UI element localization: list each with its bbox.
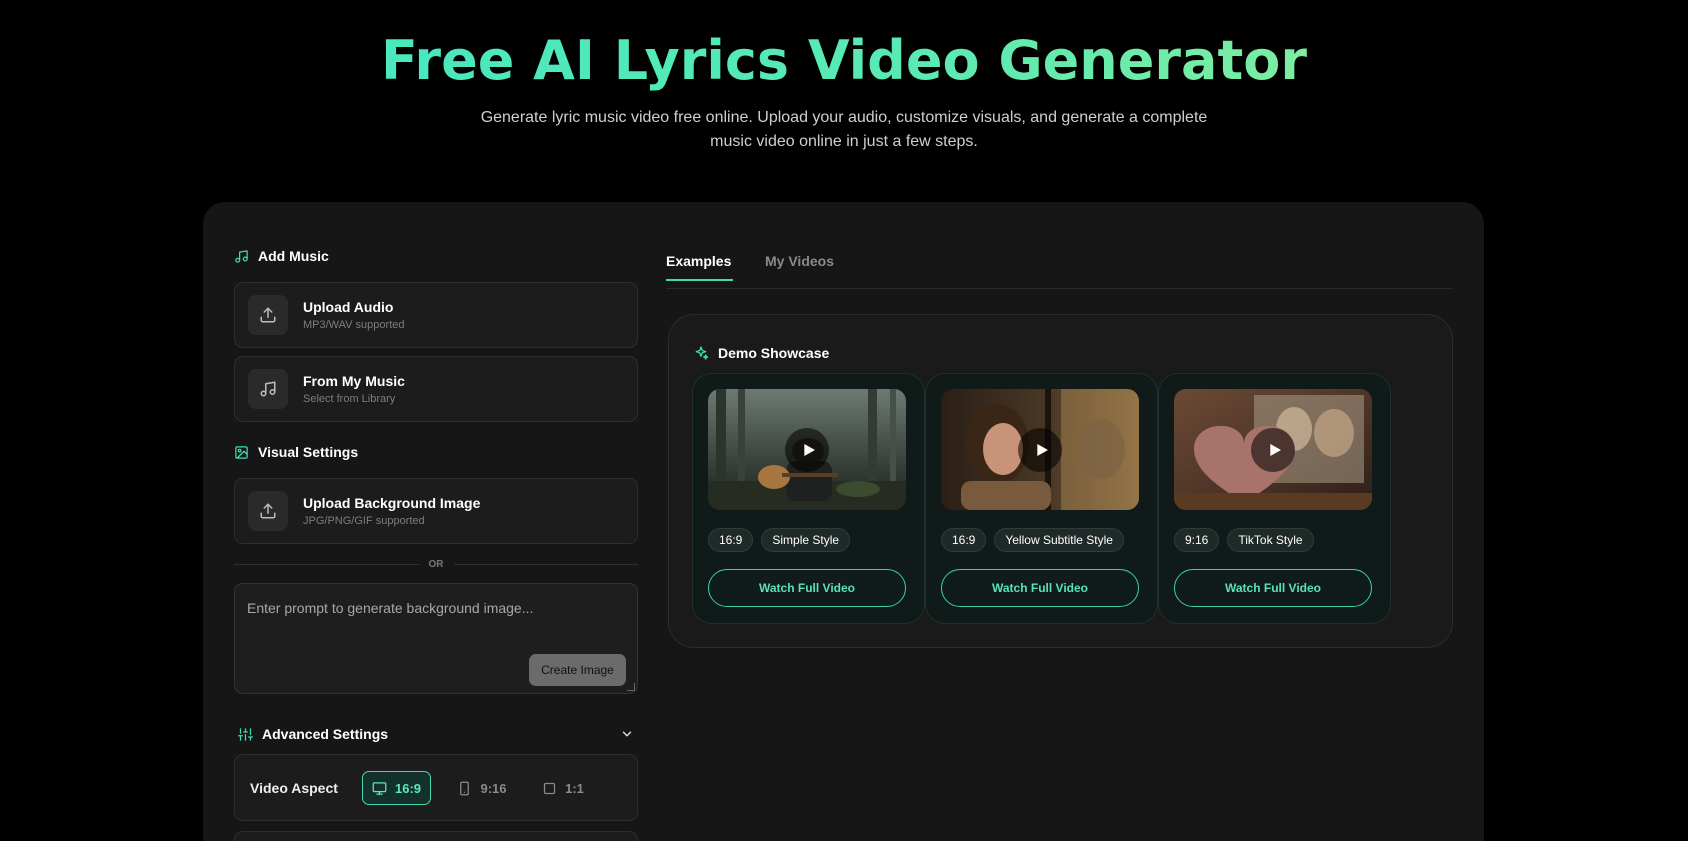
advanced-settings-toggle[interactable]: Advanced Settings xyxy=(238,726,634,742)
divider-line xyxy=(234,563,419,565)
tab-divider xyxy=(666,288,1453,289)
create-image-button[interactable]: Create Image xyxy=(529,654,626,686)
aspect-badge: 9:16 xyxy=(1174,528,1220,552)
aspect-option-9-16[interactable]: 9:16 xyxy=(449,771,515,805)
video-aspect-label: Video Aspect xyxy=(250,780,338,796)
aspect-option-16-9[interactable]: 16:9 xyxy=(362,771,431,805)
advanced-settings-label: Advanced Settings xyxy=(262,726,389,742)
play-icon xyxy=(1036,443,1048,456)
hero-subtitle-line-2: music video online in just a few steps. xyxy=(710,133,978,150)
add-music-heading: Add Music xyxy=(234,248,329,264)
video-thumbnail[interactable] xyxy=(1174,389,1372,510)
tab-my-videos[interactable]: My Videos xyxy=(765,253,834,269)
demo-showcase: Demo Showcase 16:9 Simple Style Watch Fu… xyxy=(668,314,1453,648)
sliders-icon xyxy=(238,727,253,741)
divider-line xyxy=(453,563,638,565)
aspect-option-label: 1:1 xyxy=(565,780,584,796)
from-my-music-button[interactable]: From My Music Select from Library xyxy=(234,356,638,422)
play-icon xyxy=(1269,443,1281,456)
video-card: 16:9 Simple Style Watch Full Video xyxy=(692,373,925,624)
video-card: 16:9 Yellow Subtitle Style Watch Full Vi… xyxy=(925,373,1158,624)
watch-full-video-button[interactable]: Watch Full Video xyxy=(708,569,906,607)
tab-examples[interactable]: Examples xyxy=(666,253,731,269)
style-badge: Yellow Subtitle Style xyxy=(994,528,1124,552)
hero-title: Free AI Lyrics Video Generator xyxy=(0,28,1688,94)
square-icon xyxy=(543,782,556,794)
sparkles-icon xyxy=(695,346,709,360)
upload-audio-subtitle: MP3/WAV supported xyxy=(303,318,405,331)
or-label: OR xyxy=(428,558,444,570)
from-my-music-title: From My Music xyxy=(303,372,405,389)
chevron-down-icon xyxy=(622,731,632,737)
upload-bg-icon-box xyxy=(248,491,288,531)
upload-background-image-button[interactable]: Upload Background Image JPG/PNG/GIF supp… xyxy=(234,478,638,544)
smartphone-icon xyxy=(460,781,470,795)
upload-audio-icon-box xyxy=(248,295,288,335)
active-tab-indicator xyxy=(666,279,733,281)
upload-icon xyxy=(260,307,276,323)
add-music-label: Add Music xyxy=(258,248,329,264)
play-button[interactable] xyxy=(785,427,829,472)
video-thumbnail[interactable] xyxy=(708,389,906,510)
aspect-option-label: 16:9 xyxy=(394,780,422,796)
upload-bg-subtitle: JPG/PNG/GIF supported xyxy=(303,514,425,527)
demo-showcase-label: Demo Showcase xyxy=(718,345,830,361)
video-thumbnail[interactable] xyxy=(941,389,1139,510)
hero-subtitle: Generate lyric music video free online. … xyxy=(444,106,1244,154)
video-card: 9:16 TikTok Style Watch Full Video xyxy=(1158,373,1391,624)
or-divider: OR xyxy=(234,557,638,571)
aspect-badge: 16:9 xyxy=(708,528,754,552)
visual-settings-label: Visual Settings xyxy=(258,444,359,460)
hero-subtitle-line-1: Generate lyric music video free online. … xyxy=(480,109,1208,126)
background-prompt-textarea[interactable]: Enter prompt to generate background imag… xyxy=(234,583,638,694)
upload-audio-button[interactable]: Upload Audio MP3/WAV supported xyxy=(234,282,638,348)
aspect-option-label: 9:16 xyxy=(480,780,507,796)
image-icon xyxy=(235,445,248,459)
resize-handle-icon[interactable] xyxy=(627,683,635,691)
music-note-icon xyxy=(260,381,276,397)
style-badge: TikTok Style xyxy=(1227,528,1314,552)
monitor-icon xyxy=(372,781,387,795)
video-aspect-row: Video Aspect 16:9 9:16 1:1 xyxy=(234,754,638,821)
aspect-option-1-1[interactable]: 1:1 xyxy=(535,771,591,805)
demo-showcase-heading: Demo Showcase xyxy=(693,345,829,361)
play-icon xyxy=(803,443,815,456)
upload-bg-title: Upload Background Image xyxy=(303,494,481,511)
music-note-icon xyxy=(235,249,248,263)
next-setting-row xyxy=(234,831,638,841)
watch-full-video-button[interactable]: Watch Full Video xyxy=(941,569,1139,607)
upload-audio-title: Upload Audio xyxy=(303,298,394,315)
upload-icon xyxy=(260,503,276,519)
my-music-icon-box xyxy=(248,369,288,409)
play-button[interactable] xyxy=(1251,427,1295,472)
watch-full-video-button[interactable]: Watch Full Video xyxy=(1174,569,1372,607)
style-badge: Simple Style xyxy=(761,528,851,552)
prompt-placeholder: Enter prompt to generate background imag… xyxy=(247,600,534,616)
play-button[interactable] xyxy=(1018,427,1062,472)
from-my-music-subtitle: Select from Library xyxy=(303,392,396,405)
visual-settings-heading: Visual Settings xyxy=(234,444,358,460)
aspect-badge: 16:9 xyxy=(941,528,987,552)
generator-panel: Add Music Upload Audio MP3/WAV supported… xyxy=(203,202,1484,841)
